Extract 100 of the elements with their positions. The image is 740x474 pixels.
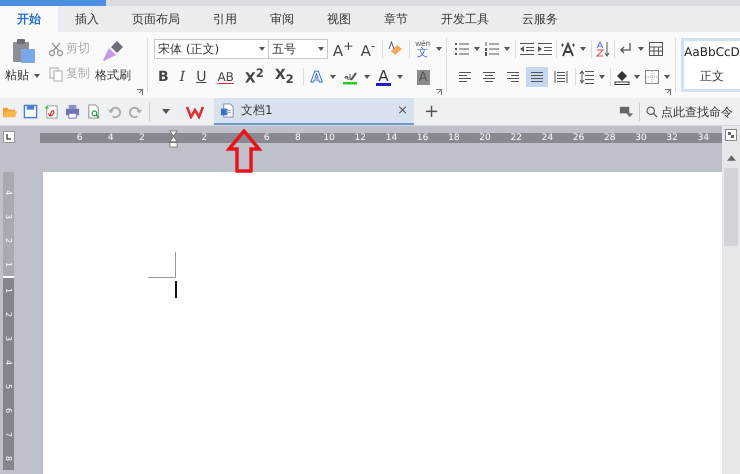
caret-icon[interactable]	[634, 75, 640, 79]
ruler-number: 24	[542, 134, 554, 142]
text-effect-button[interactable]: A	[308, 70, 324, 84]
caret-icon[interactable]	[34, 74, 40, 78]
format-button[interactable]: AB	[213, 71, 238, 83]
dialog-launcher-icon[interactable]	[665, 89, 671, 95]
document-tab[interactable]: 文档1 ×	[214, 98, 414, 125]
ruler-number: 22	[510, 134, 522, 142]
caret-icon[interactable]	[436, 47, 442, 51]
caret-icon[interactable]	[330, 75, 336, 79]
pdf-export-icon[interactable]	[44, 104, 59, 119]
sort-icon[interactable]	[595, 41, 611, 57]
ruler-number: 14	[386, 134, 398, 142]
ruler-number: 2	[4, 311, 13, 317]
tab-stop-selector-icon[interactable]	[3, 131, 15, 143]
scrollbar[interactable]	[722, 126, 740, 474]
ruler-number: 6	[264, 134, 270, 142]
ruler-number: 1	[4, 261, 13, 267]
caret-icon[interactable]	[259, 47, 266, 51]
table-icon[interactable]	[648, 41, 664, 57]
alignment-icon	[554, 70, 568, 84]
paste-button[interactable]: 粘贴	[4, 36, 44, 86]
save-icon[interactable]	[23, 104, 38, 119]
print-icon[interactable]	[65, 104, 80, 119]
ruler-number: 2	[4, 237, 13, 243]
ruler-number: 2	[201, 134, 208, 142]
wps-logo-icon[interactable]	[186, 104, 204, 118]
text-size-icon[interactable]	[560, 41, 576, 57]
ruler-number: 8	[4, 455, 13, 461]
ruler-number: 28	[604, 134, 616, 142]
phonetic-guide-button[interactable]: wén 文	[415, 40, 430, 58]
decrease-indent-icon[interactable]	[519, 41, 535, 57]
caret-icon[interactable]	[638, 47, 644, 51]
numbered-list-icon[interactable]	[484, 41, 500, 57]
ruler-number: 3	[4, 213, 13, 219]
paint-bucket-icon[interactable]	[614, 69, 630, 85]
ribbon-tab[interactable]: 云服务	[506, 6, 574, 32]
caret-icon[interactable]	[580, 47, 586, 51]
scroll-up-icon[interactable]	[726, 155, 736, 161]
ruler-number: 4	[4, 359, 13, 365]
ruler-number: 1	[4, 287, 13, 293]
font-size-dropdown[interactable]: 五号	[268, 39, 328, 59]
format-button[interactable]: B	[154, 70, 173, 84]
caret-icon[interactable]	[364, 75, 370, 79]
ribbon-tab[interactable]: 页面布局	[116, 6, 196, 32]
ribbon-tab[interactable]: 开始	[0, 6, 58, 32]
ribbon-tab[interactable]: 审阅	[254, 6, 310, 32]
bullet-list-icon[interactable]	[454, 41, 470, 57]
caret-icon[interactable]	[318, 47, 324, 51]
increase-indent-icon[interactable]	[537, 41, 553, 57]
format-button[interactable]: I	[176, 70, 190, 84]
scissors-icon	[48, 40, 64, 56]
split-view-icon[interactable]	[725, 129, 737, 141]
ruler-number: 7	[4, 431, 13, 437]
new-tab-button[interactable]: +	[424, 101, 440, 122]
ruler-number: 16	[416, 134, 428, 142]
style-sample-text: AaBbCcD	[684, 45, 740, 60]
format-painter-button[interactable]: 格式刷	[94, 36, 132, 86]
ruler-number: 32	[666, 134, 678, 142]
caret-icon[interactable]	[504, 47, 510, 51]
dialog-launcher-icon[interactable]	[436, 89, 442, 95]
ruler-number: 12	[354, 134, 366, 142]
font-color-button[interactable]: A	[376, 68, 391, 86]
margin-corner-mark	[148, 252, 176, 278]
alignment-icon	[506, 70, 520, 84]
caret-icon[interactable]	[664, 75, 670, 79]
format-button[interactable]: U	[192, 70, 210, 84]
indent-marker-icon[interactable]	[168, 129, 178, 149]
ruler-number: 3	[4, 335, 13, 341]
ribbon-tab[interactable]: 章节	[368, 6, 424, 32]
command-search-field[interactable]: 点此查找命令	[646, 104, 740, 118]
format-button[interactable]: X$^{2}$	[240, 68, 268, 86]
grow-font-button[interactable]: A$^{+}$	[330, 40, 356, 58]
format-button[interactable]: X$_{2}$	[270, 68, 298, 86]
ribbon-tab[interactable]: 视图	[311, 6, 367, 32]
ribbon-tab[interactable]: 开发工具	[425, 6, 505, 32]
borders-icon[interactable]	[644, 69, 660, 85]
line-spacing-icon[interactable]	[579, 69, 595, 85]
eraser-icon[interactable]	[388, 41, 404, 57]
style-name: 正文	[700, 68, 724, 85]
ruler-number: 6	[76, 134, 82, 142]
ribbon-tab[interactable]: 引用	[197, 6, 253, 32]
caret-icon[interactable]	[599, 75, 605, 79]
align-button[interactable]	[526, 67, 548, 87]
caret-icon[interactable]	[474, 47, 480, 51]
print-preview-icon[interactable]	[86, 104, 101, 119]
ruler-number: 8	[295, 134, 301, 142]
caret-icon[interactable]	[396, 75, 403, 79]
close-tab-button[interactable]: ×	[397, 103, 408, 118]
ruler-number: 4	[108, 134, 114, 142]
alignment-icon	[458, 70, 472, 84]
style-preview[interactable]: AaBbCcD 正文	[681, 38, 740, 92]
dialog-launcher-icon[interactable]	[137, 89, 143, 95]
font-name-dropdown[interactable]: 宋体 (正文)	[154, 39, 270, 59]
ribbon-tab[interactable]: 插入	[59, 6, 115, 32]
caret-icon[interactable]	[162, 109, 170, 114]
shrink-font-button[interactable]: A$^{-}$	[358, 40, 378, 58]
alignment-icon	[530, 70, 544, 84]
text-cursor	[175, 281, 177, 298]
ruler-number: 34	[698, 134, 710, 142]
